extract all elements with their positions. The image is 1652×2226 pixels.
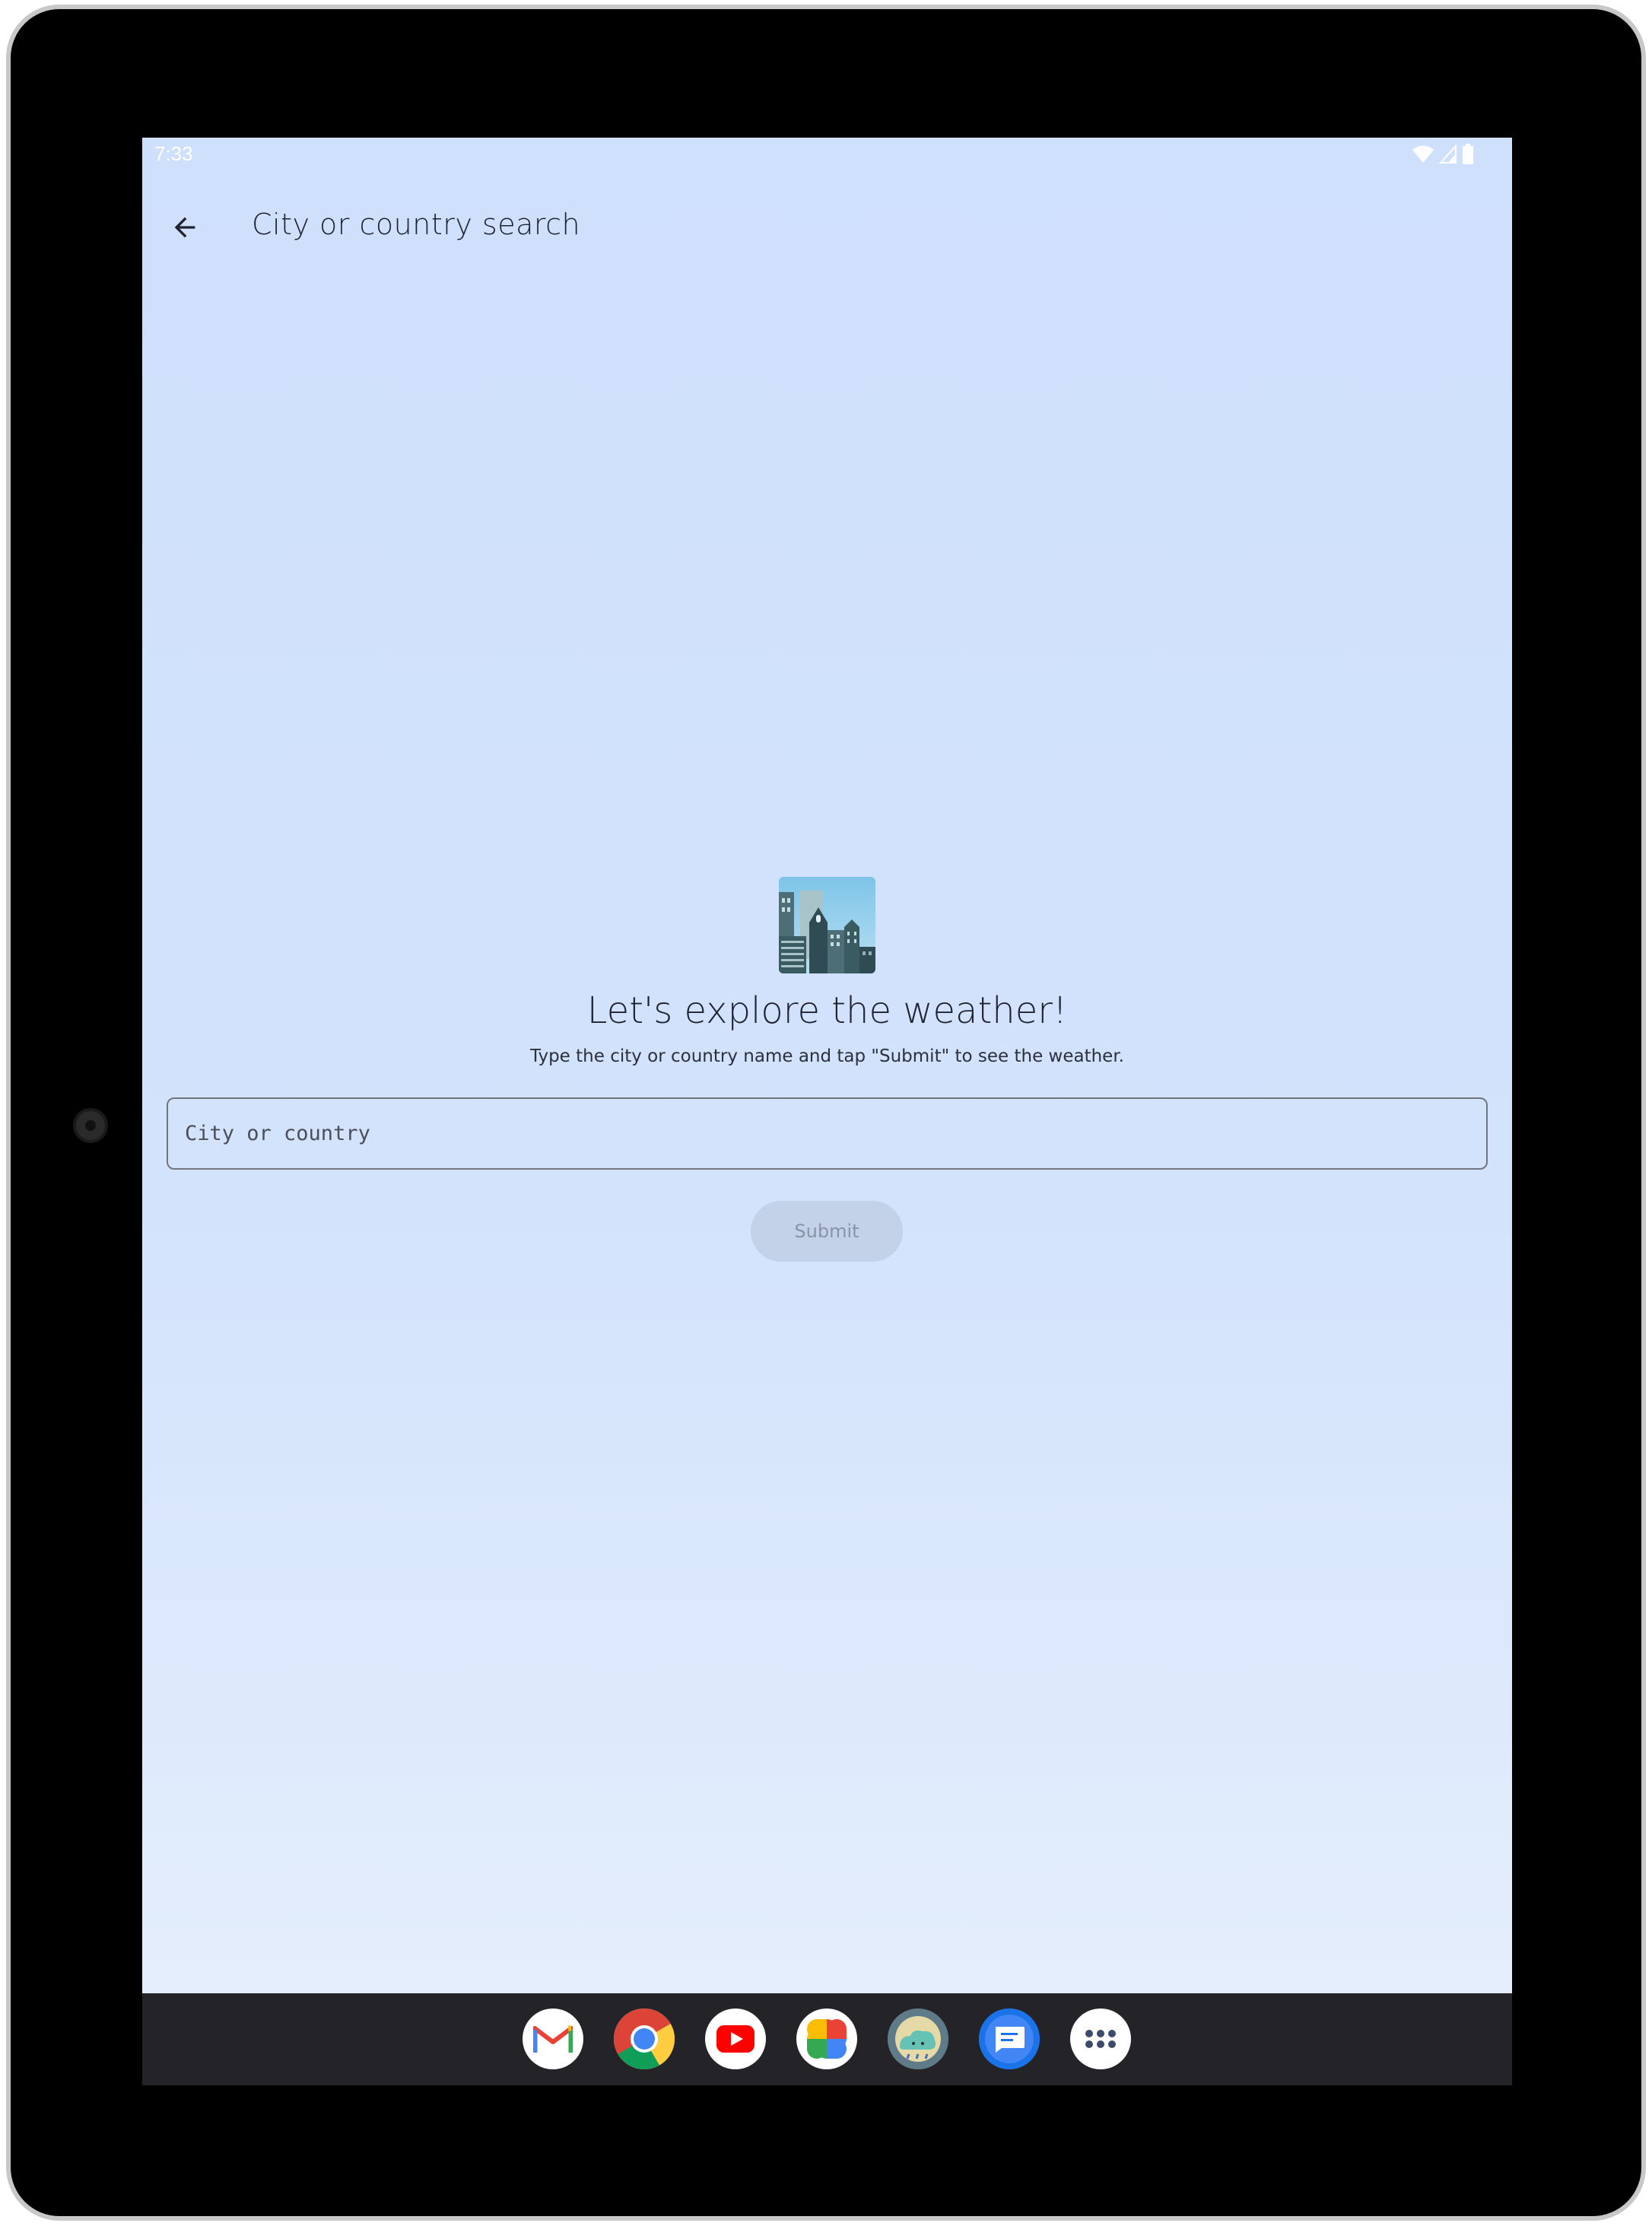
cellular-signal-icon xyxy=(1439,144,1457,164)
wifi-icon xyxy=(1412,145,1434,163)
status-bar: 7:33 xyxy=(142,138,1512,176)
app-dock xyxy=(523,2008,1131,2069)
photos-icon[interactable] xyxy=(796,2008,857,2069)
headline: Let's explore the weather! xyxy=(586,989,1068,1032)
app-drawer-icon[interactable] xyxy=(1070,2008,1131,2069)
back-button[interactable] xyxy=(157,200,212,255)
page-title: City or country search xyxy=(252,208,581,241)
city-search-input[interactable] xyxy=(167,1097,1488,1170)
battery-icon xyxy=(1463,144,1473,164)
top-app-bar: City or country search xyxy=(142,176,1512,275)
youtube-icon[interactable] xyxy=(705,2008,766,2069)
messages-icon[interactable] xyxy=(979,2008,1040,2069)
cityscape-icon xyxy=(779,877,875,973)
front-camera xyxy=(73,1108,108,1143)
submit-button[interactable]: Submit xyxy=(751,1201,903,1262)
taskbar xyxy=(142,1993,1512,2085)
chrome-icon[interactable] xyxy=(614,2008,675,2069)
status-time: 7:33 xyxy=(154,142,193,165)
weather-app-icon[interactable] xyxy=(888,2008,948,2069)
instructions-text: Type the city or country name and tap "S… xyxy=(530,1046,1124,1066)
gmail-icon[interactable] xyxy=(523,2008,583,2069)
screen: 7:33 City or country search Let's explor… xyxy=(142,138,1512,2085)
arrow-left-icon xyxy=(174,217,195,238)
status-icons xyxy=(1412,144,1474,165)
